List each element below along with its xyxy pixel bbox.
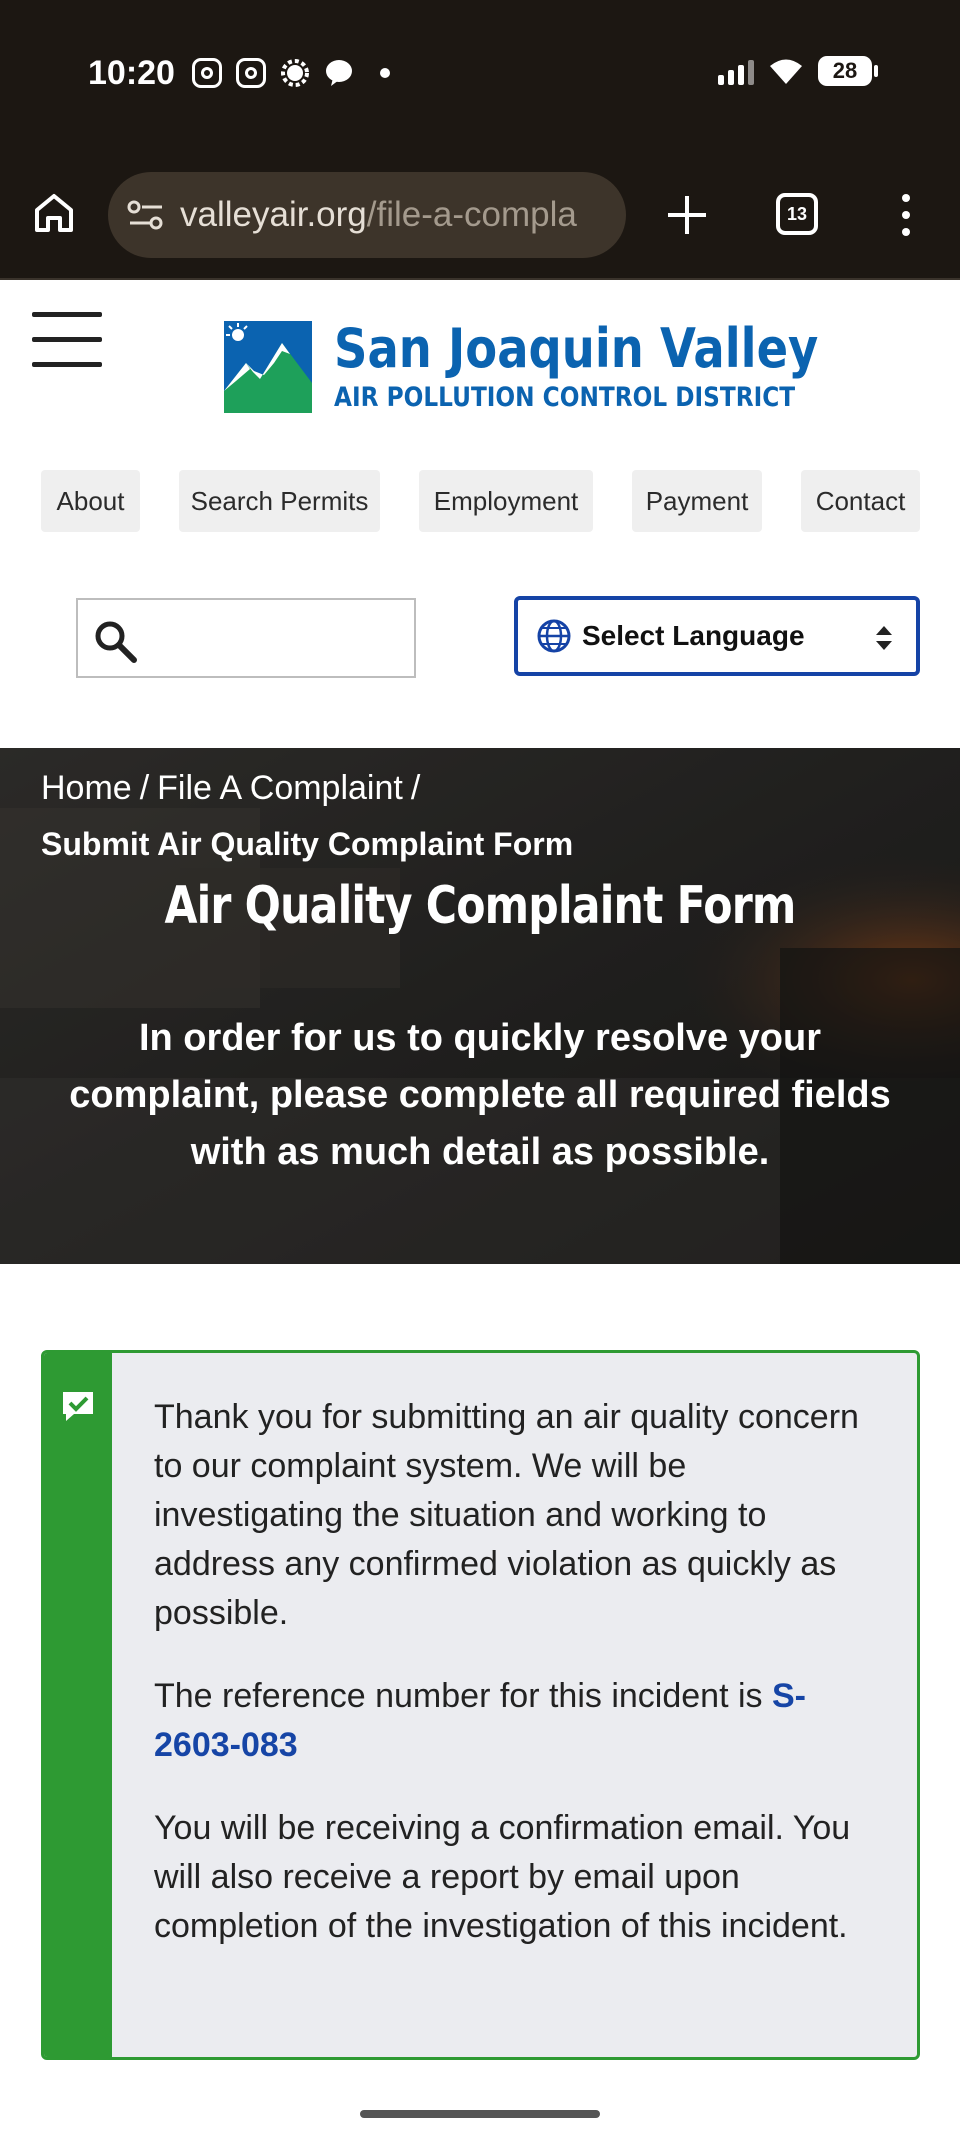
language-select-label: Select Language — [582, 620, 805, 651]
tab-count: 13 — [786, 203, 808, 224]
confirmation-message: Thank you for submitting an air quality … — [154, 1398, 859, 1632]
cell-signal-icon — [718, 57, 754, 85]
reference-number-prefix: The reference number for this incident i… — [154, 1677, 772, 1715]
status-time: 10:20 — [88, 54, 175, 92]
hamburger-menu-icon[interactable] — [32, 312, 102, 370]
system-status-icons: 28 — [718, 56, 878, 86]
notice-accent-bar — [44, 1353, 112, 2057]
status-bar: 10:20 28 — [0, 0, 960, 150]
logo-subtitle: AIR POLLUTION CONTROL DISTRICT — [334, 382, 796, 413]
nav-search-permits[interactable]: Search Permits — [179, 470, 380, 532]
new-tab-plus-icon[interactable] — [664, 192, 710, 238]
nav-about[interactable]: About — [41, 470, 140, 532]
notice-body: Thank you for submitting an air quality … — [154, 1393, 884, 1985]
page-intro: In order for us to quickly resolve your … — [69, 1017, 891, 1173]
check-message-icon — [63, 1392, 93, 1421]
nav-payment[interactable]: Payment — [632, 470, 762, 532]
hero-banner: Home / File A Complaint / Submit Air Qualit… — [0, 748, 960, 1264]
breadcrumb: Home / File A Complaint / Submit Air Qualit… — [41, 760, 573, 872]
language-select[interactable]: Select Language — [514, 596, 920, 676]
mountain-logo-icon — [224, 320, 312, 413]
site-search-input[interactable] — [76, 598, 416, 678]
url-path: /file-a-compla — [366, 195, 577, 234]
notification-dot-icon — [380, 68, 390, 78]
submission-confirmation: Thank you for submitting an air quality … — [41, 1350, 920, 2060]
site-settings-icon[interactable] — [126, 198, 166, 232]
nav-employment[interactable]: Employment — [419, 470, 593, 532]
reference-number-line: The reference number for this incident i… — [154, 1672, 884, 1770]
breadcrumb-separator: / — [139, 769, 150, 807]
battery-icon: 28 — [818, 56, 878, 86]
instagram-icon — [236, 58, 266, 88]
search-icon[interactable] — [92, 618, 138, 664]
email-notice: You will be receiving a confirmation ema… — [154, 1809, 851, 1945]
url-host: valleyair.org — [180, 195, 367, 234]
home-icon[interactable] — [32, 190, 76, 234]
overflow-menu-icon[interactable] — [896, 190, 916, 240]
browser-toolbar: valleyair.org/file-a-compla 13 — [0, 150, 960, 280]
site-logo[interactable]: San Joaquin Valley AIR POLLUTION CONTROL… — [224, 320, 897, 413]
instagram-icon — [192, 58, 222, 88]
site-header: San Joaquin Valley AIR POLLUTION CONTROL… — [0, 282, 960, 748]
notification-icons — [192, 58, 390, 88]
signal-app-icon — [281, 59, 309, 87]
breadcrumb-current: Submit Air Quality Complaint Form — [41, 826, 574, 862]
battery-level: 28 — [832, 58, 858, 83]
tabs-icon[interactable]: 13 — [776, 193, 818, 235]
logo-title: San Joaquin Valley — [334, 317, 819, 380]
chat-bubble-icon — [326, 60, 352, 86]
wifi-icon — [770, 59, 802, 84]
breadcrumb-home[interactable]: Home — [41, 769, 132, 807]
page-title: Air Quality Complaint Form — [164, 876, 796, 936]
breadcrumb-file-a-complaint[interactable]: File A Complaint — [157, 769, 403, 807]
url-text: valleyair.org/file-a-compla — [180, 195, 610, 235]
globe-icon — [537, 619, 571, 653]
breadcrumb-separator: / — [410, 769, 421, 807]
nav-contact[interactable]: Contact — [801, 470, 920, 532]
gesture-navigation-bar[interactable] — [360, 2110, 600, 2118]
address-bar[interactable]: valleyair.org/file-a-compla — [108, 172, 626, 258]
select-arrows-icon — [876, 626, 892, 650]
